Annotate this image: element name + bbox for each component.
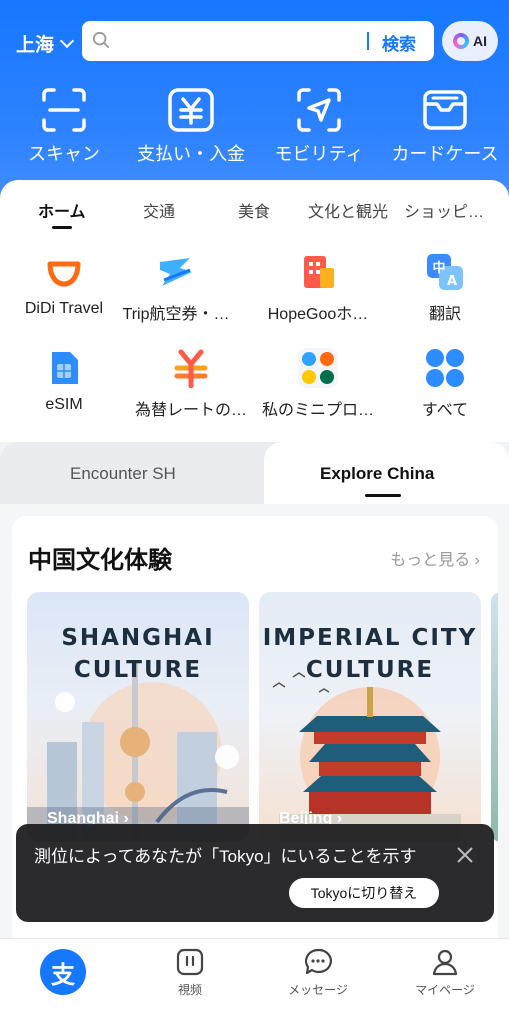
ai-label: AI xyxy=(473,33,487,49)
search-button[interactable]: 検索 xyxy=(382,30,416,55)
video-icon xyxy=(176,948,204,976)
search-input[interactable] xyxy=(120,29,360,53)
tab-home[interactable]: ホーム xyxy=(38,198,86,229)
search-bar[interactable]: 検索 xyxy=(82,21,434,61)
nav-label: メッセージ xyxy=(288,983,348,997)
service-label: 翻訳 xyxy=(428,306,461,323)
hopegoo-hotel-icon xyxy=(304,256,334,288)
yen-payment-icon xyxy=(168,88,214,132)
trip-flight-icon xyxy=(160,258,192,286)
service-hopegoo[interactable]: HopeGooホ… xyxy=(258,252,378,324)
service-esim[interactable]: eSIM xyxy=(4,348,124,414)
category-tabs: ホーム 交通 美食 文化と観光 ショッピ… xyxy=(0,198,509,229)
service-label: 私のミニプロ… xyxy=(261,402,374,419)
nav-messages[interactable]: メッセージ xyxy=(286,947,350,998)
poster-title: IMPERIAL CITY CULTURE xyxy=(259,622,481,686)
tab-shopping[interactable]: ショッピ… xyxy=(404,198,484,222)
see-more-label: もっと見る xyxy=(390,552,471,569)
nav-video[interactable]: 視频 xyxy=(160,947,220,998)
segment-underline xyxy=(365,494,401,497)
tab-transport[interactable]: 交通 xyxy=(143,198,175,222)
service-didi[interactable]: DiDi Travel xyxy=(4,252,124,318)
quick-action-card-case[interactable]: カードケース xyxy=(385,86,505,166)
city-selector[interactable]: 上海 xyxy=(16,30,75,57)
service-label: Trip航空券・… xyxy=(122,306,230,323)
tab-food[interactable]: 美食 xyxy=(238,198,270,222)
city-label: 上海 xyxy=(16,35,55,56)
section-title: 中国文化体験 xyxy=(28,547,172,574)
service-label: DiDi Travel xyxy=(24,300,104,317)
chevron-right-icon: › xyxy=(474,552,480,569)
segment-encounter-sh[interactable]: Encounter SH xyxy=(70,464,176,484)
location-toast: 測位によってあなたが「Tokyo」にいることを示す Tokyoに切り替え xyxy=(16,824,494,922)
service-trip[interactable]: Trip航空券・… xyxy=(116,252,236,324)
service-mini-programs[interactable]: 私のミニプロ… xyxy=(258,348,378,420)
exchange-rate-icon xyxy=(174,349,208,388)
nav-my-page[interactable]: マイページ xyxy=(408,947,482,998)
mini-programs-icon xyxy=(298,348,338,388)
poster-title-line: CULTURE xyxy=(305,657,435,683)
svg-text:A: A xyxy=(447,274,457,289)
nav-label: 視频 xyxy=(177,983,202,997)
bottom-nav: 支 視频 メッセージ マイページ xyxy=(0,938,509,1024)
service-label: すべて xyxy=(421,402,469,419)
profile-icon xyxy=(432,949,458,976)
service-all[interactable]: すべて xyxy=(385,348,505,420)
svg-text:中: 中 xyxy=(432,260,445,276)
quick-action-payment[interactable]: 支払い・入金 xyxy=(131,86,251,166)
quick-action-label: スキャン xyxy=(28,144,100,164)
poster-title-line: CULTURE xyxy=(73,657,203,683)
tab-culture-tourism[interactable]: 文化と観光 xyxy=(308,198,388,222)
toast-message: 測位によってあなたが「Tokyo」にいることを示す xyxy=(34,847,417,866)
poster-title-line: IMPERIAL CITY xyxy=(262,625,478,651)
service-translate[interactable]: 中 A 翻訳 xyxy=(385,252,505,324)
imperial-city-culture-poster[interactable]: IMPERIAL CITY CULTURE Beijing › xyxy=(259,592,481,842)
search-icon xyxy=(92,31,110,49)
next-poster-peek xyxy=(491,592,498,842)
service-label: HopeGooホ… xyxy=(267,306,369,323)
service-label: 為替レートの… xyxy=(134,402,247,419)
all-services-icon xyxy=(426,349,464,387)
ai-orb-icon xyxy=(453,33,469,49)
alipay-home-icon[interactable]: 支 xyxy=(40,949,86,995)
message-icon xyxy=(305,948,332,975)
shanghai-culture-poster[interactable]: SHANGHAI CULTURE Shanghai › xyxy=(27,592,249,842)
translate-icon: 中 A xyxy=(427,254,463,290)
scan-icon xyxy=(42,88,86,132)
chevron-down-icon xyxy=(59,33,75,49)
quick-action-scan[interactable]: スキャン xyxy=(24,86,104,166)
see-more-link[interactable]: もっと見る › xyxy=(390,546,480,570)
service-exchange-rate[interactable]: 為替レートの… xyxy=(131,348,251,420)
quick-action-mobility[interactable]: モビリティ xyxy=(272,86,366,166)
services-panel: ホーム 交通 美食 文化と観光 ショッピ… DiDi Travel Trip航空… xyxy=(0,180,509,442)
navigation-arrow-icon xyxy=(297,88,341,132)
service-label: eSIM xyxy=(45,396,83,413)
poster-title: SHANGHAI CULTURE xyxy=(27,622,249,686)
quick-action-label: カードケース xyxy=(391,144,499,164)
nav-label: マイページ xyxy=(415,983,475,997)
quick-action-label: 支払い・入金 xyxy=(137,144,245,164)
quick-action-label: モビリティ xyxy=(274,144,364,164)
search-divider xyxy=(367,32,369,50)
segment-explore-china[interactable]: Explore China xyxy=(320,464,434,484)
card-wallet-icon xyxy=(423,90,467,130)
esim-icon xyxy=(52,352,78,384)
close-icon[interactable] xyxy=(456,846,474,864)
didi-icon xyxy=(47,261,81,287)
discovery-segment: Encounter SH Explore China xyxy=(0,442,509,504)
poster-title-line: SHANGHAI xyxy=(61,625,215,651)
switch-city-button[interactable]: Tokyoに切り替え xyxy=(289,878,439,908)
ai-assistant-button[interactable]: AI xyxy=(442,21,498,61)
